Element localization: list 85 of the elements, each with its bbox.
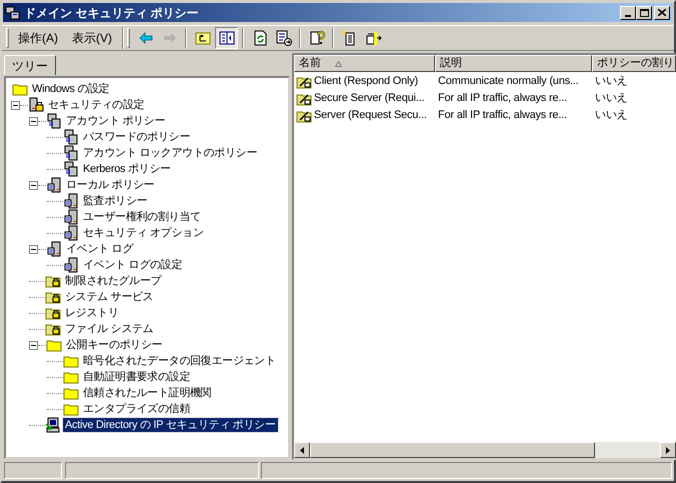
tree-item[interactable]: イベント ログ (64, 242, 135, 256)
server-icon (46, 241, 62, 257)
locked-server-icon (28, 97, 44, 113)
tree-item[interactable]: システム サービス (63, 290, 156, 304)
tree-item[interactable]: ユーザー権利の割り当て (81, 210, 203, 224)
collapse-toggle[interactable] (29, 244, 38, 254)
maximize-button[interactable] (636, 6, 652, 20)
table-cell-text: いいえ (594, 91, 628, 106)
minimize-button[interactable] (620, 6, 636, 20)
servers-icon (63, 161, 79, 177)
minus-icon (31, 246, 36, 252)
tree-item[interactable]: Kerberos ポリシー (81, 162, 173, 176)
table-cell-text: For all IP traffic, always re... (437, 108, 568, 124)
servers-icon (63, 129, 79, 145)
assign-policy-icon (366, 30, 382, 46)
table-cell-text: For all IP traffic, always re... (437, 91, 568, 106)
horizontal-scrollbar[interactable] (294, 442, 676, 458)
computer-icon (45, 417, 61, 433)
server-icon (63, 209, 79, 225)
collapse-toggle[interactable] (29, 340, 38, 350)
left-arrow-icon (300, 446, 304, 454)
collapse-toggle[interactable] (11, 100, 20, 110)
minus-icon (31, 118, 36, 124)
servers-icon (46, 113, 62, 129)
server-icon (63, 257, 79, 273)
servers-icon (63, 145, 79, 161)
table-cell-text: Client (Respond Only) (314, 74, 418, 90)
tree-item[interactable]: 制限されたグループ (63, 274, 164, 288)
minimize-icon (625, 14, 631, 16)
table-cell-text: Secure Server (Requi... (314, 91, 424, 106)
tree-item[interactable]: 自動証明書要求の設定 (81, 370, 192, 384)
tree-item[interactable]: Active Directory の IP セキュリティ ポリシー (63, 418, 278, 432)
folder-up-icon (194, 30, 210, 46)
collapse-toggle[interactable] (29, 180, 38, 190)
column-title: 名前 (299, 56, 321, 72)
scroll-left-button[interactable] (294, 442, 310, 458)
server-icon (63, 193, 79, 209)
collapse-toggle[interactable] (29, 116, 38, 126)
back-arrow-icon (138, 30, 154, 46)
toolbar-button[interactable] (215, 27, 238, 49)
scroll-right-button[interactable] (660, 442, 676, 458)
tree-item[interactable]: 暗号化されたデータの回復エージェント (81, 354, 278, 368)
table-cell-text: Server (Request Secu... (314, 108, 427, 124)
tree-item[interactable]: アカウント ロックアウトのポリシー (81, 146, 259, 160)
minus-icon (31, 182, 36, 188)
tree-item[interactable]: ローカル ポリシー (64, 178, 156, 192)
menu-item[interactable]: 操作(A) (11, 28, 65, 48)
column-header[interactable]: 名前 (294, 55, 435, 72)
right-arrow-icon (666, 446, 670, 454)
scroll-thumb[interactable] (310, 442, 595, 458)
tree-item[interactable]: パスワードのポリシー (81, 130, 192, 144)
forward-arrow-icon (162, 30, 178, 46)
tree-item[interactable]: 公開キーのポリシー (64, 338, 164, 352)
column-header[interactable]: 説明 (435, 55, 592, 72)
minus-icon (13, 102, 18, 108)
menu-item[interactable]: 表示(V) (65, 28, 119, 48)
new-document-icon (342, 30, 358, 46)
column-title: 説明 (440, 56, 462, 72)
refresh-icon (252, 30, 268, 46)
export-list-icon (276, 30, 292, 46)
table-cell-text: いいえ (594, 74, 628, 90)
tree-item[interactable]: ファイル システム (63, 322, 156, 336)
maximize-icon (640, 8, 648, 16)
help-icon (308, 30, 324, 46)
tree-item[interactable]: イベント ログの設定 (81, 258, 184, 272)
tree-item[interactable]: レジストリ (63, 306, 121, 320)
server-icon (46, 177, 62, 193)
tree-item[interactable]: アカウント ポリシー (64, 114, 168, 128)
server-icon (63, 225, 79, 241)
tree-item[interactable]: 監査ポリシー (81, 194, 150, 208)
window-title: ドメイン セキュリティ ポリシー (24, 4, 200, 22)
tree-item[interactable]: Windows の設定 (30, 82, 112, 96)
tree-item[interactable]: セキュリティ オプション (81, 226, 206, 240)
tree-item[interactable]: 信頼されたルート証明機関 (81, 386, 214, 400)
table-cell-text: いいえ (594, 108, 628, 124)
tree-tab[interactable]: ツリー (4, 55, 56, 75)
close-icon (658, 9, 666, 16)
minus-icon (31, 342, 36, 348)
status-pane (4, 462, 62, 479)
pane-toggle-icon (218, 30, 234, 46)
tree-item[interactable]: エンタプライズの信頼 (81, 402, 192, 416)
close-button[interactable] (654, 6, 670, 20)
tree-item[interactable]: セキュリティの設定 (46, 98, 146, 112)
servers-icon (5, 4, 21, 20)
table-cell-text: Communicate normally (uns... (437, 74, 580, 90)
